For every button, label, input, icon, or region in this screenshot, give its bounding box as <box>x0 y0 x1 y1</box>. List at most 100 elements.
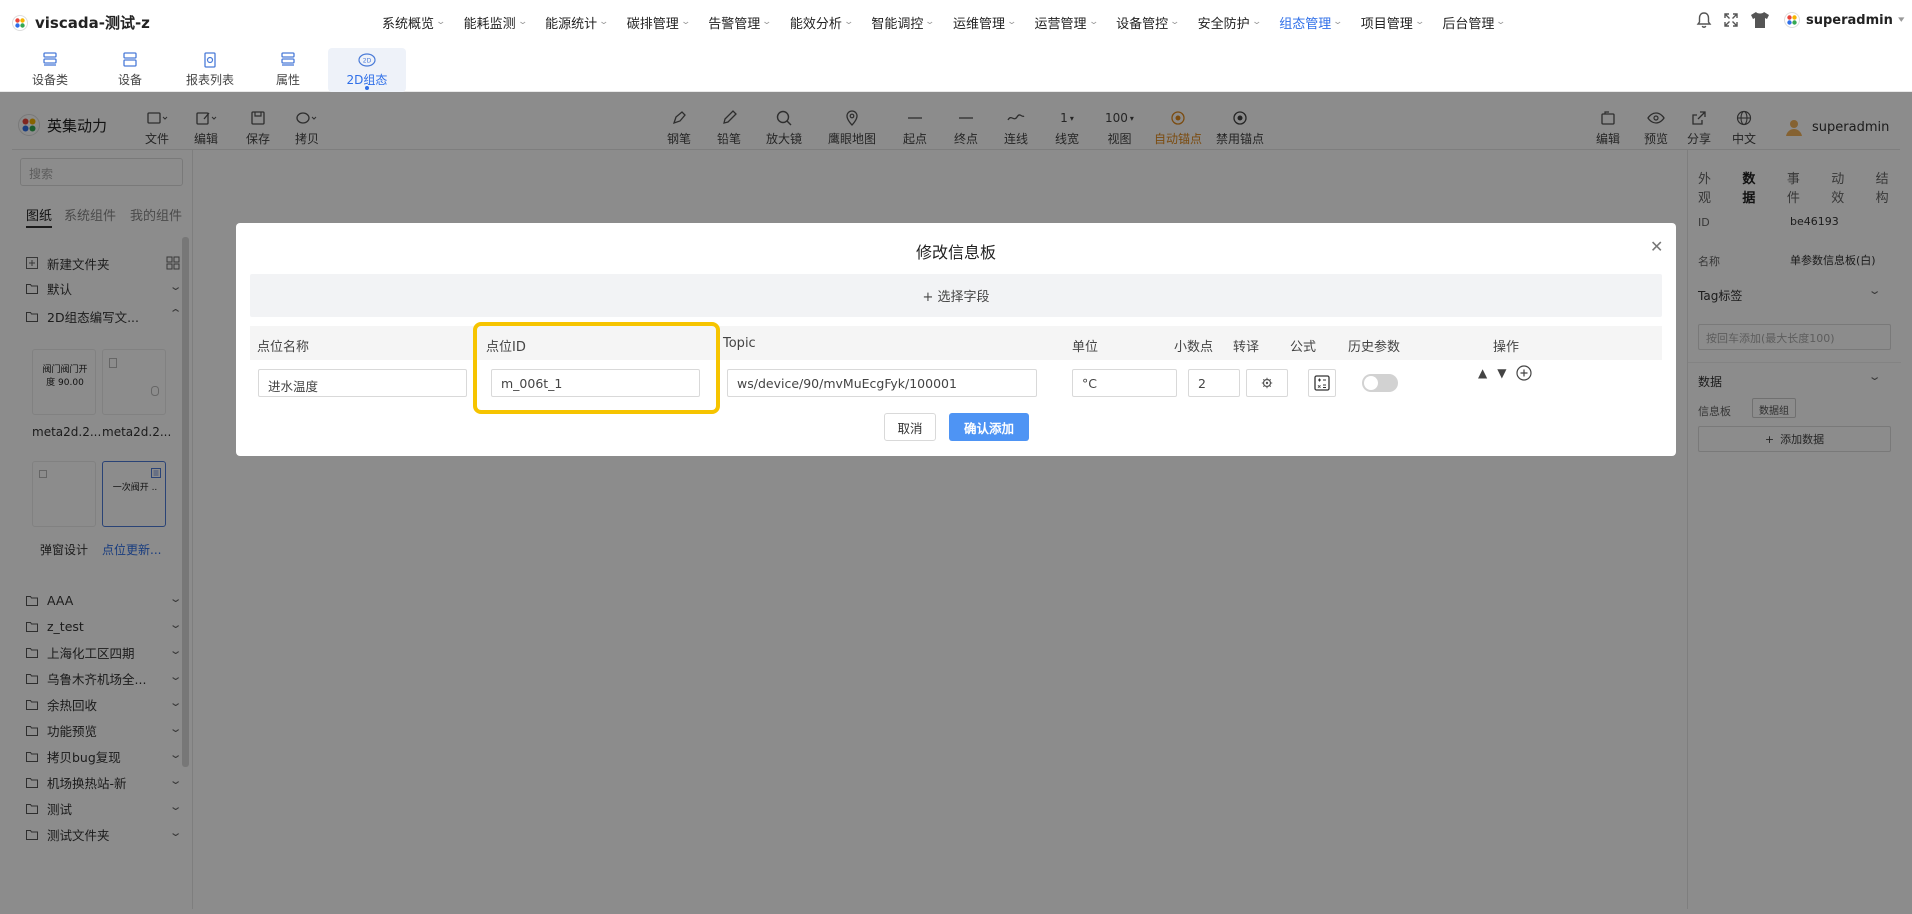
chevron-down-icon: ⌄ <box>517 17 528 27</box>
nav-item[interactable]: 设备管控 ⌄ <box>1116 13 1181 32</box>
nav-item[interactable]: 项目管理 ⌄ <box>1360 13 1425 32</box>
nav-item[interactable]: 智能调控 ⌄ <box>871 13 936 32</box>
chevron-down-icon: ⌄ <box>761 17 773 27</box>
translate-settings-button[interactable] <box>1246 369 1288 397</box>
column-header-unit: 单位 <box>1072 340 1099 355</box>
point-id-highlight-box <box>473 322 720 414</box>
chevron-down-icon: ⌄ <box>680 17 691 27</box>
modal-backdrop[interactable] <box>0 92 1912 914</box>
formula-button[interactable] <box>1308 369 1336 397</box>
nav-item-label: 组态管理 <box>1279 17 1332 32</box>
column-header-topic: Topic <box>723 336 756 351</box>
user-menu[interactable]: superadmin ▾ <box>1784 12 1905 28</box>
nav-item[interactable]: 系统概览 ⌄ <box>382 13 447 32</box>
subtab-label: 设备类 <box>31 73 68 87</box>
sub-tabs: 设备类 设备 报表列表 属性 2D 2D组态 <box>0 44 1912 92</box>
chevron-down-icon: ⌄ <box>1088 17 1099 27</box>
topic-input[interactable]: ws/device/90/mvMuEcgFyk/100001 <box>727 369 1037 397</box>
nav-item-label: 后台管理 <box>1442 17 1495 32</box>
subtab-device[interactable]: 设备 <box>102 48 158 92</box>
chevron-down-icon: ⌄ <box>1251 17 1262 27</box>
chevron-down-icon: ⌄ <box>1169 17 1181 27</box>
app-logo-icon <box>12 14 28 31</box>
nav-item[interactable]: 碳排管理 ⌄ <box>627 13 691 32</box>
chevron-down-icon: ⌄ <box>1414 17 1425 27</box>
nav-item[interactable]: 后台管理 ⌄ <box>1442 13 1507 32</box>
toggle-knob <box>1364 376 1378 390</box>
subtab-label: 属性 <box>275 73 300 87</box>
subtab-2d-config[interactable]: 2D 2D组态 <box>328 48 406 92</box>
column-header-actions: 操作 <box>1493 340 1520 355</box>
subtab-report-list[interactable]: 报表列表 <box>180 48 240 92</box>
nav-item[interactable]: 运营管理 ⌄ <box>1034 13 1099 32</box>
top-bar: viscada-测试-z 系统概览 ⌄ 能耗监测 ⌄ 能源统计 ⌄ 碳排管理 ⌄ 告警管理 ⌄ 能效… <box>0 0 1912 44</box>
chevron-down-icon: ⌄ <box>1495 17 1507 27</box>
decimals-input[interactable]: 2 <box>1188 369 1240 397</box>
theme-shirt-icon[interactable] <box>1749 11 1771 29</box>
history-toggle[interactable] <box>1362 374 1398 392</box>
chevron-down-icon: ⌄ <box>598 17 610 27</box>
column-header-translate: 转译 <box>1233 340 1260 355</box>
select-field-button[interactable]: + 选择字段 <box>250 274 1662 317</box>
nav-item-label: 告警管理 <box>708 17 761 32</box>
nav-item-label: 系统概览 <box>382 17 435 32</box>
nav-item-label: 运维管理 <box>952 17 1005 32</box>
top-right-tools: superadmin ▾ <box>1695 11 1905 29</box>
column-header-point-name: 点位名称 <box>257 340 310 355</box>
chevron-down-icon: ▾ <box>1897 14 1905 25</box>
move-down-icon[interactable]: ▼ <box>1497 366 1506 380</box>
unit-input[interactable]: °C <box>1072 369 1177 397</box>
fullscreen-icon[interactable] <box>1722 11 1740 29</box>
report-icon <box>204 52 216 68</box>
confirm-add-button[interactable]: 确认添加 <box>949 413 1029 441</box>
nav-item-label: 运营管理 <box>1034 17 1087 32</box>
2d-config-icon: 2D <box>358 53 376 67</box>
subtab-label: 报表列表 <box>185 73 234 87</box>
close-icon[interactable]: ✕ <box>1650 237 1663 256</box>
user-name: superadmin <box>1806 12 1893 28</box>
add-row-icon[interactable] <box>1516 365 1533 381</box>
column-header-formula: 公式 <box>1290 340 1317 355</box>
nav-item-label: 设备管控 <box>1116 17 1169 32</box>
chevron-down-icon: ⌄ <box>435 17 447 27</box>
chevron-down-icon: ⌄ <box>843 17 854 27</box>
app-brand[interactable]: viscada-测试-z <box>12 12 150 33</box>
gear-icon <box>1261 377 1273 389</box>
svg-text:2D: 2D <box>363 58 372 65</box>
subtab-attributes[interactable]: 属性 <box>262 48 314 92</box>
column-header-decimals: 小数点 <box>1174 340 1214 355</box>
edit-infoboard-dialog: 修改信息板 ✕ + 选择字段 点位名称 点位ID Topic 单位 小数点 转译… <box>236 223 1676 456</box>
nav-item[interactable]: 能效分析 ⌄ <box>789 13 854 32</box>
app-title: viscada-测试-z <box>35 14 150 32</box>
move-up-icon[interactable]: ▲ <box>1478 366 1487 380</box>
column-header-history: 历史参数 <box>1348 340 1401 355</box>
user-avatar-icon <box>1784 12 1800 28</box>
table-header: 点位名称 点位ID Topic 单位 小数点 转译 公式 历史参数 操作 <box>250 326 1662 360</box>
nav-item[interactable]: 告警管理 ⌄ <box>708 13 773 32</box>
device-icon <box>123 52 137 67</box>
nav-item[interactable]: 组态管理 ⌄ <box>1279 13 1344 32</box>
device-class-icon <box>43 52 57 66</box>
nav-item-label: 能源统计 <box>545 17 598 32</box>
active-indicator <box>365 86 369 90</box>
chevron-down-icon: ⌄ <box>1006 17 1018 27</box>
nav-item[interactable]: 安全防护 ⌄ <box>1197 13 1262 32</box>
point-name-input[interactable]: 进水温度 <box>258 369 467 397</box>
nav-item[interactable]: 能耗监测 ⌄ <box>463 13 528 32</box>
main-nav: 系统概览 ⌄ 能耗监测 ⌄ 能源统计 ⌄ 碳排管理 ⌄ 告警管理 ⌄ 能效分析 ⌄ 智能调控 ⌄ 运维管理 ⌄… <box>382 13 1524 32</box>
subtab-label: 设备 <box>117 73 142 87</box>
nav-item-label: 安全防护 <box>1197 17 1250 32</box>
nav-item-label: 能耗监测 <box>463 17 516 32</box>
nav-item-label: 能效分析 <box>789 17 842 32</box>
subtab-device-class[interactable]: 设备类 <box>22 48 78 92</box>
row-actions: ▲ ▼ <box>1478 365 1533 381</box>
cancel-button[interactable]: 取消 <box>884 413 936 441</box>
nav-item-label: 项目管理 <box>1360 17 1413 32</box>
bell-icon[interactable] <box>1695 11 1713 29</box>
nav-item-label: 智能调控 <box>871 17 924 32</box>
calculator-icon <box>1314 375 1330 391</box>
nav-item[interactable]: 运维管理 ⌄ <box>952 13 1018 32</box>
nav-item[interactable]: 能源统计 ⌄ <box>545 13 610 32</box>
chevron-down-icon: ⌄ <box>1332 17 1344 27</box>
chevron-down-icon: ⌄ <box>924 17 936 27</box>
